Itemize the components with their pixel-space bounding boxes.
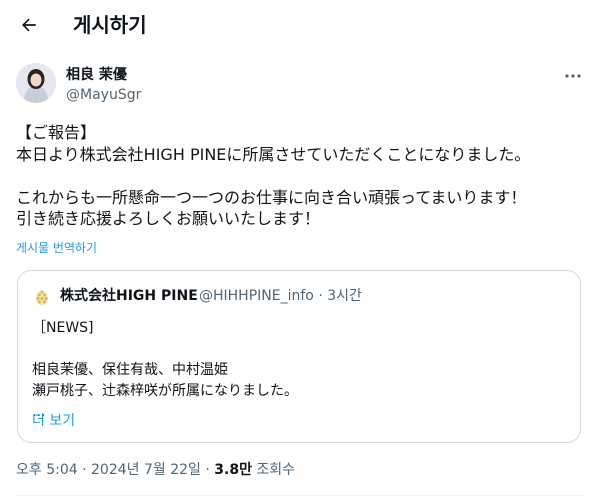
back-button[interactable] bbox=[12, 8, 46, 42]
tweet-line: 引き続き応援よろしくお願いいたします！ bbox=[16, 209, 321, 228]
more-options-button[interactable] bbox=[560, 65, 586, 87]
page-title: 게시하기 bbox=[73, 13, 147, 37]
footer-separator: · bbox=[205, 462, 210, 478]
post-metadata: 오후 5:04 · 2024년 7월 22일 · 3.8만 조회수 bbox=[16, 461, 295, 479]
post-header: 게시하기 bbox=[0, 0, 600, 52]
quote-line bbox=[32, 339, 562, 360]
author-display-name[interactable]: 相良 茉優 bbox=[66, 66, 127, 84]
quote-meta-separator: · bbox=[318, 288, 323, 304]
tweet-line: 【ご報告】 bbox=[16, 123, 97, 142]
view-count: 3.8만 bbox=[214, 462, 252, 478]
quote-line: 相良茉優、保住有哉、中村温姫 bbox=[32, 362, 228, 378]
divider bbox=[16, 495, 584, 496]
quote-author-handle: @HIHHPINE_info bbox=[199, 288, 314, 304]
back-arrow-icon bbox=[22, 18, 36, 32]
quote-meta: @HIHHPINE_info · 3시간 bbox=[199, 287, 362, 305]
tweet-line: これからも一所懸命一つ一つのお仕事に向き合い頑張ってまいります！ bbox=[16, 187, 527, 207]
quote-time[interactable]: 3시간 bbox=[327, 288, 362, 304]
quote-author-name[interactable]: 株式会社HIGH PINE bbox=[60, 287, 198, 305]
tweet-line: 本日より株式会社HIGH PINEに所属させていただくことになりました。 bbox=[16, 144, 531, 164]
quote-line: ［NEWS] bbox=[32, 320, 94, 336]
avatar-image bbox=[16, 63, 56, 103]
quote-line: 瀬戸桃子、辻森梓咲が所属になりました。 bbox=[32, 383, 298, 399]
translate-post-link[interactable]: 게시물 번역하기 bbox=[16, 240, 97, 256]
post-date[interactable]: 2024년 7월 22일 bbox=[91, 462, 201, 478]
quote-line: ... bbox=[32, 404, 46, 420]
tweet-text: 【ご報告】 本日より株式会社HIGH PINEに所属させていただくことになりまし… bbox=[16, 122, 586, 230]
author-row: 相良 茉優 @MayuSgr bbox=[16, 63, 586, 107]
footer-separator: · bbox=[82, 462, 87, 478]
author-handle[interactable]: @MayuSgr bbox=[66, 86, 141, 104]
view-count-label: 조회수 bbox=[256, 462, 296, 478]
quoted-tweet[interactable]: 株式会社HIGH PINE @HIHHPINE_info · 3시간 ［NEWS… bbox=[17, 270, 581, 443]
avatar[interactable] bbox=[16, 63, 56, 103]
quote-avatar-pinecone-icon bbox=[36, 290, 48, 306]
quote-text: ［NEWS] 相良茉優、保住有哉、中村温姫 瀬戸桃子、辻森梓咲が所属になりました… bbox=[32, 318, 562, 423]
post-time[interactable]: 오후 5:04 bbox=[16, 462, 78, 478]
show-more-link[interactable]: 더 보기 bbox=[32, 412, 75, 430]
more-dots-icon bbox=[565, 74, 581, 78]
tweet-line bbox=[16, 165, 586, 187]
